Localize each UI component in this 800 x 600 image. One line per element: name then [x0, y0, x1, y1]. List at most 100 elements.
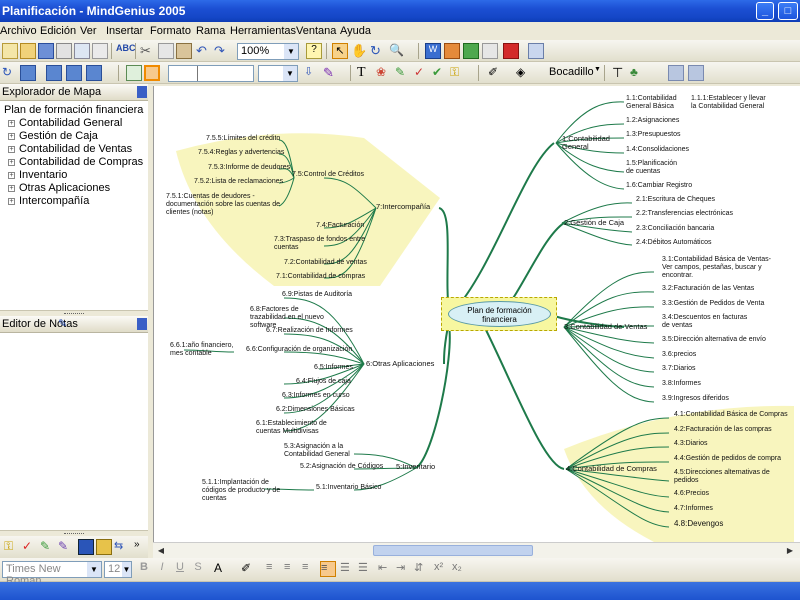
- menu-ayuda[interactable]: Ayuda: [340, 25, 371, 37]
- line-style-combo[interactable]: [168, 65, 254, 82]
- node-5-3[interactable]: 5.3:Asignación a la Contabilidad General: [284, 443, 364, 459]
- save-icon[interactable]: [38, 43, 54, 59]
- check-icon[interactable]: ✓: [22, 539, 38, 555]
- node-4-4[interactable]: 4.4:Gestión de pedidos de compra: [674, 455, 781, 463]
- shape-combo[interactable]: ▼: [258, 65, 298, 82]
- numbering-icon[interactable]: ☰: [358, 561, 374, 577]
- branch-otras-aplicaciones[interactable]: 6:Otras Aplicaciones: [366, 360, 434, 368]
- node-6-7[interactable]: 6.7:Realización de Informes: [266, 327, 353, 335]
- node-4-5[interactable]: 4.5:Direcciones alternativas de pedidos: [674, 469, 774, 485]
- node-7-1[interactable]: 7.1:Contabilidad de compras: [276, 273, 365, 281]
- align-right-icon[interactable]: ≡: [302, 561, 318, 577]
- expand-icon[interactable]: +: [8, 185, 15, 192]
- node-4-8[interactable]: 4.8:Devengos: [674, 520, 723, 528]
- node-6-2[interactable]: 6.2:Dimensiones Básicas: [276, 406, 355, 414]
- menu-rama[interactable]: Rama: [196, 25, 225, 37]
- preview-icon[interactable]: [74, 43, 90, 59]
- node-2-2[interactable]: 2.2:Transferencias electrónicas: [636, 210, 733, 218]
- fit-view-icon[interactable]: [144, 65, 160, 81]
- pin-icon[interactable]: [137, 318, 147, 330]
- redo-icon[interactable]: ↷: [214, 43, 230, 59]
- line-color-icon[interactable]: ✐: [488, 65, 504, 81]
- fill-color-icon[interactable]: ◈: [516, 65, 532, 81]
- node-2-3[interactable]: 2.3:Conciliación bancaria: [636, 225, 714, 233]
- font-combo[interactable]: Times New Roman ▼: [2, 561, 102, 587]
- scroll-right-icon[interactable]: ▶: [784, 545, 796, 556]
- superscript-icon[interactable]: x²: [434, 561, 450, 577]
- bold-icon[interactable]: B: [136, 561, 152, 577]
- root-node[interactable]: Plan de formación financiera: [441, 297, 557, 331]
- key-icon[interactable]: ⚿: [450, 65, 466, 81]
- open-icon[interactable]: [20, 43, 36, 59]
- map-view-icon[interactable]: [126, 65, 142, 81]
- node-1-4[interactable]: 1.4:Consolidaciones: [626, 146, 689, 154]
- node-3-8[interactable]: 3.8:Informes: [662, 380, 701, 388]
- rotate-icon[interactable]: ↻: [2, 65, 18, 81]
- tree-root[interactable]: Plan de formación financiera: [4, 104, 143, 116]
- unlock-icon[interactable]: [688, 65, 704, 81]
- node-6-6[interactable]: 6.6:Configuración de organización: [246, 346, 352, 354]
- menu-archivo[interactable]: Archivo: [0, 25, 37, 37]
- key-icon[interactable]: ⚿: [4, 539, 20, 555]
- node-1-1-1[interactable]: 1.1.1:Establecer y llevar la Contabilida…: [691, 95, 771, 111]
- notes-text-area[interactable]: [0, 334, 148, 530]
- node-3-6[interactable]: 3.6:precios: [662, 351, 696, 359]
- branch-gestion-caja[interactable]: 2:Gestión de Caja: [564, 219, 624, 227]
- outdent-icon[interactable]: ⇤: [378, 561, 394, 577]
- node-1-6[interactable]: 1.6:Cambiar Registro: [626, 182, 692, 190]
- paste-icon[interactable]: [176, 43, 192, 59]
- expand-icon[interactable]: +: [8, 133, 15, 140]
- node-5-1[interactable]: 5.1:Inventario Básico: [316, 484, 381, 492]
- highlighter-icon[interactable]: ✎: [323, 65, 339, 81]
- font-color-icon[interactable]: A: [210, 561, 226, 577]
- node-6-4[interactable]: 6.4:Flujos de caja: [296, 378, 351, 386]
- branch-inventario[interactable]: 5:Inventario: [396, 463, 435, 471]
- flag-icon[interactable]: ✓: [414, 65, 430, 81]
- minimize-button[interactable]: _: [756, 2, 774, 20]
- tree-text-icon[interactable]: ⊤: [612, 65, 628, 81]
- refresh-icon[interactable]: ↻: [370, 43, 386, 59]
- node-1-5[interactable]: 1.5:Planificación de cuentas: [626, 160, 682, 176]
- branch-contabilidad-general[interactable]: 1:Contabilidad General: [562, 135, 612, 151]
- branch-style-icon[interactable]: ⇩: [304, 65, 320, 81]
- node-4-6[interactable]: 4.6:Precios: [674, 490, 709, 498]
- export-html-icon[interactable]: [482, 43, 498, 59]
- tree-item-contabilidad-ventas[interactable]: + Contabilidad de Ventas: [8, 143, 132, 155]
- zoom-combo[interactable]: 100% ▼: [237, 43, 299, 60]
- node-1-2[interactable]: 1.2:Asignaciones: [626, 117, 679, 125]
- copy-icon[interactable]: [158, 43, 174, 59]
- check-icon[interactable]: ✔: [432, 65, 448, 81]
- new-icon[interactable]: [2, 43, 18, 59]
- undo-icon[interactable]: ↶: [196, 43, 212, 59]
- node-3-3[interactable]: 3.3:Gestión de Pedidos de Venta: [662, 300, 764, 308]
- node-6-9[interactable]: 6.9:Pistas de Auditoría: [282, 291, 352, 299]
- expand-icon[interactable]: +: [8, 159, 15, 166]
- node-3-9[interactable]: 3.9:Ingresos diferidos: [662, 395, 729, 403]
- pin-icon[interactable]: [137, 86, 147, 98]
- print-icon[interactable]: [56, 43, 72, 59]
- link-icon[interactable]: ⇆: [114, 539, 130, 555]
- properties-icon[interactable]: [528, 43, 544, 59]
- menu-herramientas[interactable]: Herramientas: [230, 25, 296, 37]
- tree-item-gestion-caja[interactable]: + Gestión de Caja: [8, 130, 98, 142]
- node-7-4[interactable]: 7.4:Facturación: [316, 222, 364, 230]
- scroll-left-icon[interactable]: ◀: [155, 545, 167, 556]
- tree-item-inventario[interactable]: + Inventario: [8, 169, 67, 181]
- node-3-4[interactable]: 3.4:Descuentos en facturas de ventas: [662, 314, 752, 330]
- cut-icon[interactable]: ✂: [140, 43, 156, 59]
- export-pdf-icon[interactable]: [503, 43, 519, 59]
- tree-item-contabilidad-general[interactable]: + Contabilidad General: [8, 117, 122, 129]
- text-tool-icon[interactable]: T: [357, 65, 373, 81]
- node-7-5-1[interactable]: 7.5.1:Cuentas de deudores - documentació…: [166, 193, 282, 217]
- line-spacing-icon[interactable]: ⇵: [414, 561, 430, 577]
- highlighter-icon[interactable]: ✎: [58, 539, 74, 555]
- node-7-3[interactable]: 7.3:Traspaso de fondos entre cuentas: [274, 236, 366, 252]
- node-2-1[interactable]: 2.1:Escritura de Cheques: [636, 196, 715, 204]
- tree-image-icon[interactable]: ♣: [630, 65, 646, 81]
- export-excel-icon[interactable]: [463, 43, 479, 59]
- subscript-icon[interactable]: x₂: [452, 561, 468, 577]
- pages-icon[interactable]: [92, 43, 108, 59]
- highlight-color-icon[interactable]: ✐: [238, 561, 254, 577]
- branch-intercompania[interactable]: 7:Intercompañía: [376, 203, 430, 211]
- scroll-thumb[interactable]: [373, 545, 533, 556]
